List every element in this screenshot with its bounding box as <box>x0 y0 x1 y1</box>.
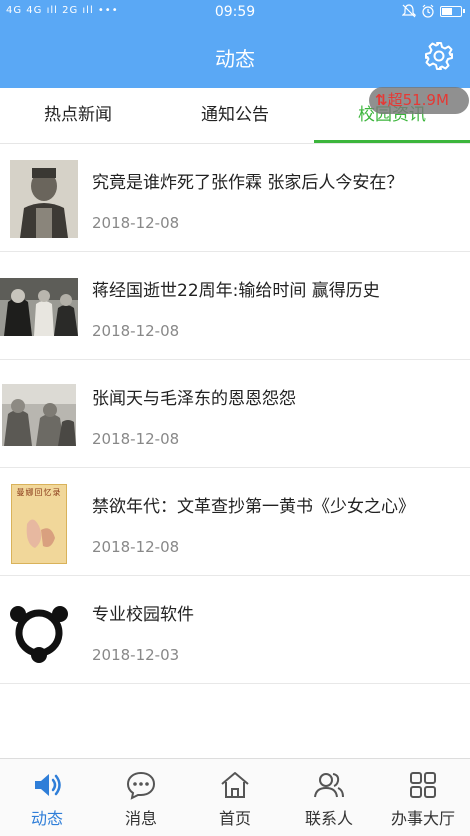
news-thumbnail <box>10 160 78 238</box>
news-date: 2018-12-08 <box>92 322 180 340</box>
home-icon <box>221 772 249 798</box>
nav-label: 消息 <box>124 809 157 828</box>
news-date: 2018-12-08 <box>92 214 180 232</box>
news-title: 蒋经国逝世22周年:输给时间 赢得历史 <box>92 281 380 301</box>
mute-icon <box>402 4 416 18</box>
alarm-icon <box>422 4 434 18</box>
news-thumbnail: 曼娜回忆录 <box>11 484 67 564</box>
list-item[interactable]: 专业校园软件 2018-12-03 <box>0 576 470 684</box>
nav-label: 动态 <box>30 809 63 828</box>
list-item[interactable]: 蒋经国逝世22周年:输给时间 赢得历史 2018-12-08 <box>0 252 470 360</box>
bottom-nav: 动态 消息 首页 联系人 办事大厅 <box>0 758 470 836</box>
news-thumbnail <box>2 384 76 446</box>
contacts-icon <box>314 773 344 798</box>
page-title: 动态 <box>215 47 255 71</box>
gear-icon[interactable] <box>424 41 454 71</box>
news-title: 张闻天与毛泽东的恩恩怨怨 <box>92 389 296 409</box>
news-date: 2018-12-08 <box>92 430 180 448</box>
news-list: 究竟是谁炸死了张作霖 张家后人今安在？ 2018-12-08 蒋经国逝世22周年… <box>0 144 470 684</box>
grid-icon <box>410 772 436 798</box>
poster-title: 曼娜回忆录 <box>16 488 62 497</box>
clock: 09:59 <box>214 4 256 20</box>
status-icons <box>402 4 465 18</box>
transfer-arrows-icon: ⇅ <box>375 91 388 109</box>
news-title: 究竟是谁炸死了张作霖 张家后人今安在？ <box>92 173 404 193</box>
list-item[interactable]: 张闻天与毛泽东的恩恩怨怨 2018-12-08 <box>0 360 470 468</box>
network-speed-badge[interactable]: ⇅超51.9M <box>369 87 469 114</box>
nav-label: 首页 <box>218 809 251 828</box>
news-date: 2018-12-08 <box>92 538 180 556</box>
nav-contacts[interactable]: 联系人 <box>282 759 376 836</box>
speed-text: 超51.9M <box>387 91 449 109</box>
status-bar: 4G 4G ıll 2G ıll ••• 09:59 <box>0 0 470 24</box>
nav-service-hall[interactable]: 办事大厅 <box>376 759 470 836</box>
chat-bubble-icon <box>126 771 156 800</box>
active-tab-indicator <box>314 140 470 143</box>
app-bar: 动态 <box>0 24 470 88</box>
tab-hot-news[interactable]: 热点新闻 <box>0 88 156 144</box>
list-item[interactable]: 曼娜回忆录 禁欲年代：文革查抄第一黄书《少女之心》 2018-12-08 <box>0 468 470 576</box>
news-title: 专业校园软件 <box>92 605 194 625</box>
nav-dynamics[interactable]: 动态 <box>0 759 94 836</box>
nav-messages[interactable]: 消息 <box>94 759 188 836</box>
nav-label: 联系人 <box>304 809 353 828</box>
battery-icon <box>440 5 465 17</box>
news-title: 禁欲年代：文革查抄第一黄书《少女之心》 <box>92 497 415 517</box>
news-date: 2018-12-03 <box>92 646 180 664</box>
nav-label: 办事大厅 <box>390 809 455 828</box>
app-logo-thumbnail <box>8 602 70 664</box>
nav-home[interactable]: 首页 <box>188 759 282 836</box>
tab-notices[interactable]: 通知公告 <box>157 88 313 144</box>
list-item[interactable]: 究竟是谁炸死了张作霖 张家后人今安在？ 2018-12-08 <box>0 144 470 252</box>
news-thumbnail <box>0 278 78 336</box>
speaker-icon <box>35 774 61 796</box>
